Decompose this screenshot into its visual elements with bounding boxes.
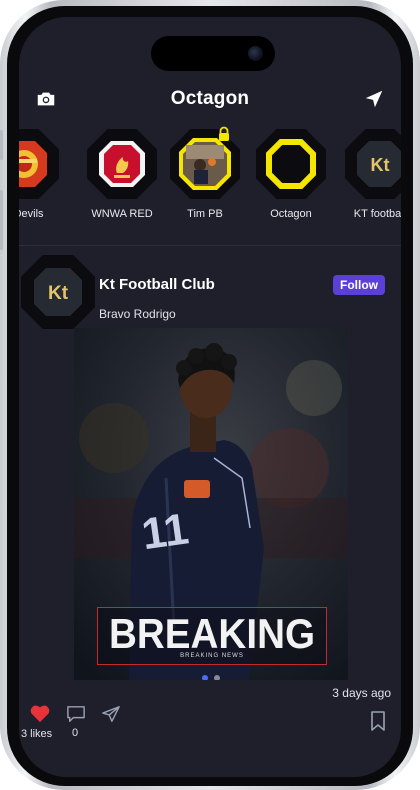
post-image[interactable]: 11 BREAKING BREAKING NEWS	[74, 328, 348, 680]
svg-text:Kt: Kt	[48, 283, 69, 304]
app-header: Octagon	[19, 85, 401, 115]
story-item[interactable]: Octagon	[248, 129, 334, 229]
story-item[interactable]: Tim PB	[162, 126, 248, 229]
dynamic-island	[151, 36, 275, 71]
divider	[19, 245, 401, 246]
heart-icon[interactable]	[29, 703, 51, 723]
likes-count[interactable]: 3 likes	[21, 728, 52, 740]
lock-icon	[219, 126, 229, 141]
post-author-name[interactable]: Kt Football Club	[99, 276, 215, 293]
front-camera	[248, 46, 263, 61]
post-caption: Bravo Rodrigo	[99, 307, 176, 321]
comments-count: 0	[72, 727, 79, 739]
post-timestamp: 3 days ago	[332, 686, 391, 700]
breaking-title: BREAKING	[108, 610, 316, 657]
svg-text:11: 11	[139, 504, 192, 559]
avatar[interactable]: Kt	[21, 255, 95, 329]
phone-side-button	[0, 130, 3, 160]
phone-side-button	[0, 190, 3, 250]
kt-logo-icon: Kt	[345, 129, 401, 199]
send-arrow-icon[interactable]	[363, 88, 385, 110]
breaking-subtitle: BREAKING NEWS	[180, 653, 244, 659]
breaking-banner: BREAKING BREAKING NEWS	[97, 607, 327, 665]
carousel-dot-active[interactable]	[202, 675, 208, 680]
octagon-ring-icon	[256, 129, 326, 199]
liverpool-crest-icon	[87, 129, 157, 199]
share-icon[interactable]	[101, 705, 121, 723]
follow-button[interactable]: Follow	[333, 275, 385, 295]
stories-row: d Devils WNWA RED	[19, 126, 401, 239]
carousel-dot[interactable]	[214, 675, 221, 680]
app-title: Octagon	[170, 88, 250, 109]
svg-text:Kt: Kt	[371, 155, 390, 175]
carousel-indicator[interactable]	[201, 668, 221, 680]
story-label: KT football	[353, 208, 401, 220]
story-item[interactable]: d Devils	[19, 129, 67, 229]
story-item[interactable]: Kt KT football	[337, 129, 401, 229]
bookmark-icon[interactable]	[370, 711, 386, 731]
comment-icon[interactable]	[66, 705, 86, 723]
app-screen: Octagon d Devils W	[19, 17, 401, 777]
devils-badge-icon	[19, 129, 59, 199]
